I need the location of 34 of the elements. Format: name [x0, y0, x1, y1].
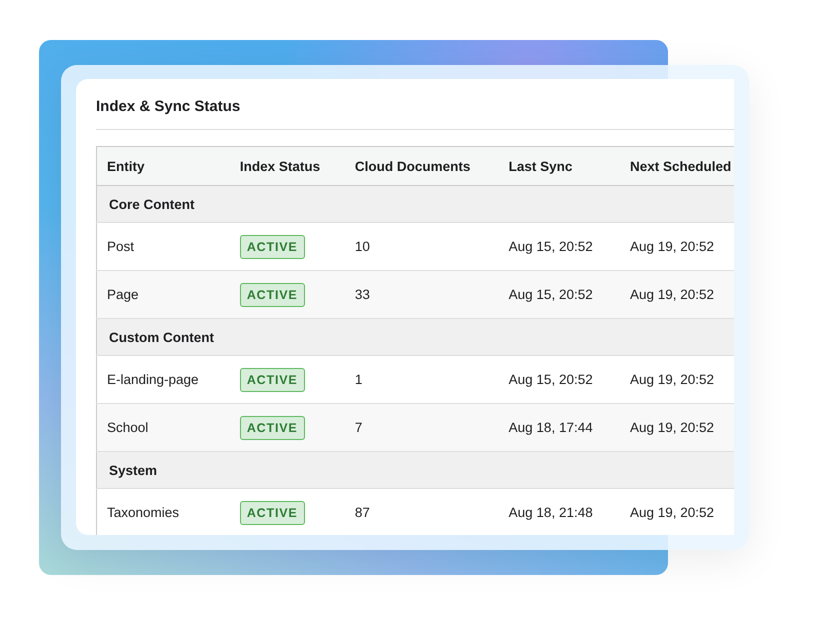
table-cell: Taxonomies	[107, 505, 180, 520]
table-cell: 87	[354, 505, 370, 520]
table-cell: 7	[354, 420, 362, 435]
table-cell: School	[107, 420, 148, 435]
table-cell: Aug 19, 20:52	[630, 420, 714, 435]
column-header: Cloud Documents	[354, 158, 470, 174]
column-header: Index Status	[240, 158, 320, 174]
status-badge: ACTIVE	[240, 282, 304, 306]
table-cell: Aug 15, 20:52	[508, 372, 593, 387]
column-header: Last Sync	[508, 158, 572, 174]
table-cell: Aug 19, 20:52	[630, 372, 714, 387]
table-cell: Page	[107, 287, 139, 302]
status-badge: ACTIVE	[240, 368, 304, 392]
table-cell: Post	[107, 239, 134, 254]
table-cell: Aug 19, 20:52	[630, 239, 714, 254]
table-cell: 10	[354, 239, 370, 254]
table-cell: 1	[354, 372, 362, 387]
table-cell: Aug 19, 20:52	[630, 505, 714, 520]
group-heading: Core Content	[109, 196, 194, 212]
table-cell: Aug 19, 20:52	[630, 287, 714, 302]
status-badge: ACTIVE	[240, 500, 304, 524]
card-title: Index & Sync Status	[96, 97, 242, 117]
group-heading: System	[109, 462, 158, 478]
table-cell: Aug 18, 21:48	[508, 505, 593, 520]
group-heading: Custom Content	[109, 330, 214, 344]
table-cell: 33	[354, 287, 370, 302]
table-cell: Aug 15, 20:52	[508, 239, 593, 254]
column-header: Entity	[107, 158, 145, 174]
table-cell: E-landing-page	[107, 372, 199, 387]
table-cell: Aug 15, 20:52	[508, 287, 593, 302]
table-cell: Aug 18, 17:44	[508, 420, 593, 435]
column-header: Next Scheduled	[630, 158, 732, 174]
status-badge: ACTIVE	[240, 416, 304, 440]
status-badge: ACTIVE	[240, 234, 304, 258]
